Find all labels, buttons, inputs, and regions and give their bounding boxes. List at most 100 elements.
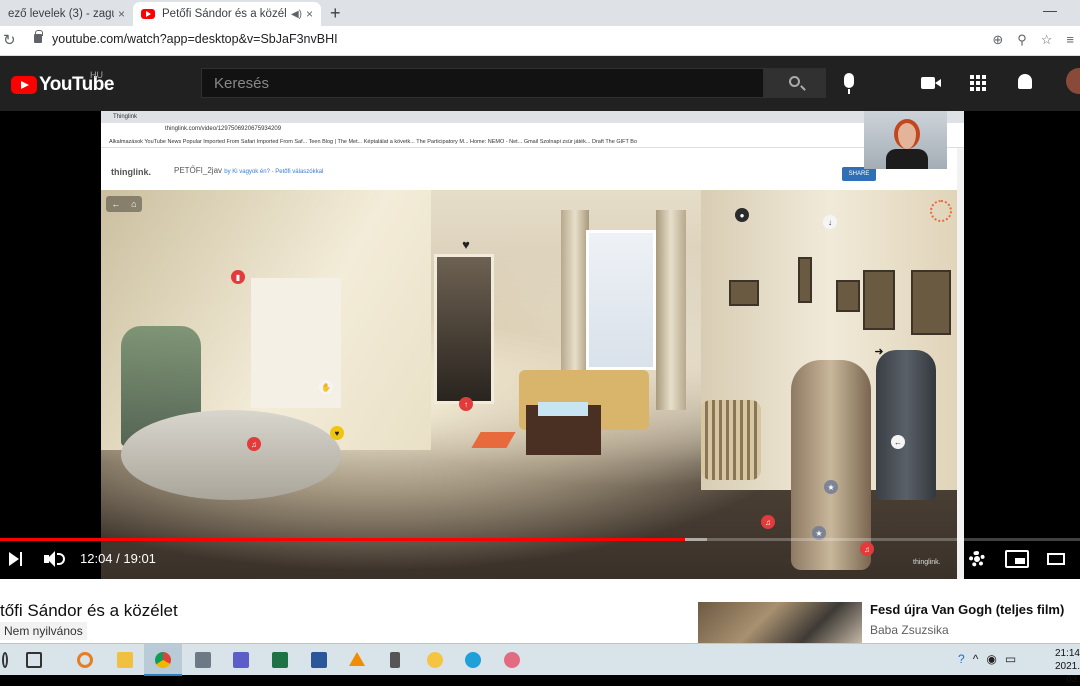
usb-device-icon[interactable] [390, 652, 400, 668]
thinglink-logo: thinglink. [111, 167, 151, 177]
new-tab-button[interactable]: + [330, 3, 341, 24]
progress-bar[interactable] [0, 538, 1080, 541]
file-explorer-icon[interactable] [117, 652, 133, 668]
info-tag-icon: ● [735, 208, 749, 222]
portrait-frame [729, 280, 759, 306]
create-video-icon[interactable] [921, 77, 941, 89]
tab-title: ező levelek (3) - zagu60@g [8, 8, 114, 20]
music-tag-icon: ♫ [860, 542, 874, 556]
next-video-icon[interactable] [9, 552, 23, 566]
lock-icon[interactable] [34, 30, 43, 43]
tray-chevron-icon[interactable]: ^ [973, 652, 979, 666]
network-icon[interactable]: ◉ [986, 652, 996, 666]
doorway [434, 254, 494, 404]
word-icon[interactable] [311, 652, 327, 668]
thinglink-watermark: thinglink. [913, 559, 941, 566]
volume-wave [57, 553, 65, 565]
embedded-browser-url: thinglink.com/video/1297506920675934209 [101, 123, 964, 135]
loading-ring-icon [930, 200, 952, 222]
thinglink-title-text: PETŐFI_2jav [174, 166, 223, 175]
tab-title: Petőfi Sándor és a közélet - Y [162, 8, 287, 20]
thinglink-byline: by Ki vagyok én? - Petőfi válaszókkal [224, 169, 324, 175]
portrait-frame [798, 257, 812, 303]
browser-tab-mail[interactable]: ező levelek (3) - zagu60@g × [0, 2, 133, 26]
weather-icon[interactable] [427, 652, 443, 668]
left-arrow-tag-icon: ← [891, 435, 905, 449]
youtube-favicon-icon [141, 9, 155, 19]
floor-tag [471, 432, 516, 448]
embedded-bookmarks-bar: Alkalmazások YouTube News Popular Import… [101, 135, 964, 148]
youtube-header: YouTube HU [0, 56, 1080, 111]
youtube-logo[interactable]: YouTube HU [11, 70, 114, 96]
presenter-body [886, 149, 928, 169]
chrome-icon[interactable] [155, 652, 171, 668]
help-icon[interactable]: ? [958, 652, 965, 666]
settings-gear-icon[interactable] [969, 551, 985, 567]
edge-icon[interactable] [465, 652, 481, 668]
video-frame: Thinglink thinglink.com/video/1297506920… [101, 111, 964, 579]
visibility-badge: Nem nyilvános [0, 622, 87, 640]
home-icon: ⌂ [131, 199, 137, 209]
search-input[interactable] [202, 69, 763, 97]
favorite-tag-icon: ♥ [330, 426, 344, 440]
clock-date: 2021. 03. [1054, 661, 1080, 685]
thinglink-title: PETŐFI_2jav by Ki vagyok én? - Petőfi vá… [174, 166, 323, 175]
app-orange-icon[interactable] [77, 652, 93, 668]
back-arrow-icon: ← [111, 199, 121, 209]
microphone-icon[interactable] [844, 73, 854, 94]
recommended-video-thumbnail[interactable] [698, 602, 862, 643]
star-tag-icon: ★ [824, 480, 838, 494]
volume-icon[interactable] [44, 550, 66, 568]
calculator-icon[interactable] [195, 652, 211, 668]
address-bar: ↻ youtube.com/watch?app=desktop&v=SbJaF3… [0, 26, 1080, 56]
teams-icon[interactable] [233, 652, 249, 668]
excel-icon[interactable] [272, 652, 288, 668]
country-code: HU [90, 70, 103, 80]
start-search-icon[interactable] [2, 652, 8, 668]
taskbar-clock[interactable]: 21:14 2021. 03. [1043, 647, 1080, 686]
theater-mode-icon[interactable] [1047, 553, 1065, 565]
window [586, 230, 656, 370]
desk-display [538, 402, 588, 416]
install-icon[interactable]: ⊕ [992, 32, 1003, 48]
browser-tab-youtube[interactable]: Petőfi Sándor és a közélet - Y ◀) × [133, 2, 321, 26]
address-bar-actions: ⊕ ⚲ ☆ ≡ [992, 32, 1074, 48]
reading-list-icon[interactable]: ≡ [1066, 32, 1074, 48]
museum-room-360-image [101, 190, 957, 579]
music-tag-icon: ♫ [761, 515, 775, 529]
time-display: 12:04 / 19:01 [80, 551, 156, 566]
curtain-right [656, 210, 686, 410]
recommended-video-title[interactable]: Fesd újra Van Gogh (teljes film) [870, 602, 1064, 617]
portrait-frame [863, 270, 895, 330]
search-button[interactable] [764, 68, 826, 98]
url-field[interactable]: youtube.com/watch?app=desktop&v=SbJaF3nv… [52, 32, 338, 46]
apps-grid-icon[interactable] [970, 75, 986, 91]
paint-icon[interactable] [504, 652, 520, 668]
video-player[interactable]: Thinglink thinglink.com/video/1297506920… [0, 111, 1080, 579]
battery-icon[interactable]: ▭ [1005, 652, 1016, 666]
clock-time: 21:14 [1054, 648, 1080, 659]
reload-icon[interactable]: ↻ [3, 31, 16, 49]
notifications-bell-icon[interactable] [1018, 74, 1032, 89]
bookmark-star-icon[interactable]: ☆ [1041, 32, 1053, 48]
miniplayer-icon[interactable] [1005, 550, 1029, 568]
windows-taskbar: ? ^ ◉ ▭ 21:14 2021. 03. [0, 643, 1080, 685]
portrait-frame [836, 280, 860, 312]
search-icon [789, 76, 800, 87]
embedded-browser-tab: Thinglink [101, 111, 964, 123]
recommended-video-channel[interactable]: Baba Zsuzsika [870, 623, 949, 637]
tab-audio-icon[interactable]: ◀) [291, 9, 302, 20]
thinglink-nav: ← ⌂ [106, 196, 142, 212]
minimize-window-button[interactable]: — [1043, 2, 1057, 18]
down-arrow-tag-icon: ↓ [823, 215, 837, 229]
display-table [121, 410, 341, 500]
task-view-icon[interactable] [26, 652, 42, 668]
book-tag-icon: ▮ [231, 270, 245, 284]
up-arrow-tag-icon: ↑ [459, 397, 473, 411]
search-box [201, 68, 764, 98]
close-tab-icon[interactable]: × [306, 7, 313, 21]
heart-tag-icon: ♥ [462, 236, 470, 252]
vlc-icon[interactable] [349, 652, 365, 666]
close-tab-icon[interactable]: × [118, 7, 125, 21]
zoom-icon[interactable]: ⚲ [1017, 32, 1027, 48]
